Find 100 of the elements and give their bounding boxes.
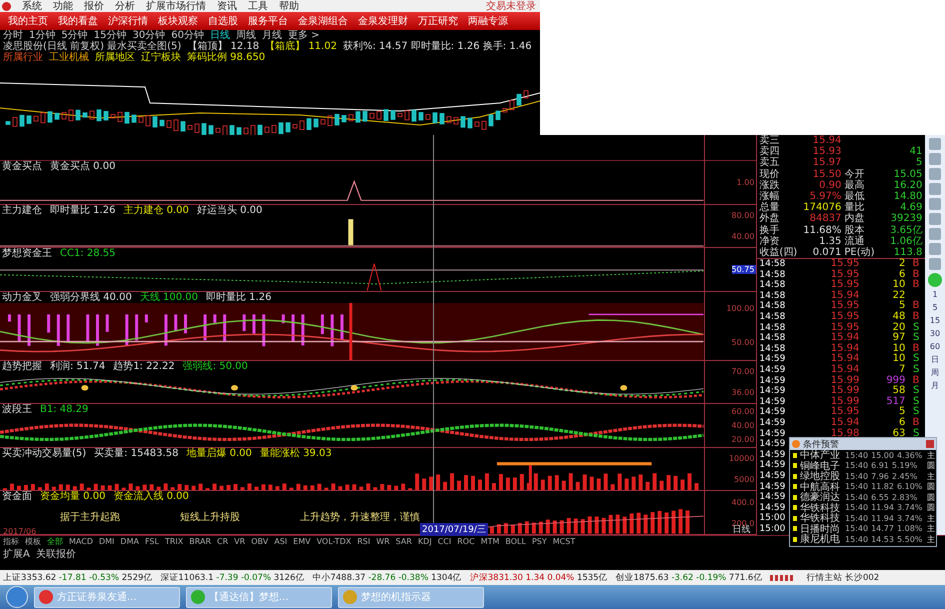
indicator-tab[interactable]: CR (217, 537, 228, 546)
nav-tab[interactable]: 金泉湖组合 (298, 14, 348, 28)
period-button[interactable]: 30 (930, 329, 940, 339)
period-tab[interactable]: 5分钟 (61, 30, 88, 41)
nav-tab[interactable]: 沪深行情 (108, 14, 148, 28)
nav-tab[interactable]: 服务平台 (248, 14, 288, 28)
info-text: 【箱底】 11.02 (265, 41, 337, 52)
login-status-link[interactable]: 交易未登录 (486, 0, 540, 13)
indicator-tab[interactable]: FSL (144, 537, 159, 546)
period-tab[interactable]: 日线 (210, 30, 230, 41)
menu-item[interactable]: 工具 (248, 0, 268, 13)
trade-volume: 48 (892, 312, 906, 322)
indicator-tab[interactable]: PSY (532, 537, 547, 546)
alert-change: 5.50% (896, 534, 922, 544)
menu-item[interactable]: 系统 (22, 0, 42, 13)
tool-icon[interactable] (929, 228, 942, 240)
nav-tab[interactable]: 我的主页 (8, 14, 48, 28)
period-button[interactable]: 5 (932, 303, 938, 313)
trade-volume: 999 (885, 376, 906, 386)
nav-tab[interactable]: 万正研究 (418, 14, 458, 28)
trade-volume: 517 (885, 396, 906, 407)
square-icon (793, 505, 797, 510)
period-tab[interactable]: 周线 (236, 30, 256, 41)
period-tab[interactable]: 15分钟 (94, 30, 126, 41)
period-tab[interactable]: 60分钟 (171, 30, 204, 41)
period-button[interactable]: 月 (931, 381, 940, 391)
indicator-tab[interactable]: ASI (274, 537, 288, 546)
period-button[interactable]: 日 (931, 355, 940, 365)
extension-tab[interactable]: 扩展A (3, 547, 30, 559)
menu-item[interactable]: 分析 (115, 0, 135, 13)
indicator-tab[interactable]: BOLL (505, 537, 526, 546)
indicator-tab[interactable]: MTM (480, 537, 500, 546)
nav-tab[interactable]: 我的看盘 (58, 14, 98, 28)
tool-icon[interactable] (929, 183, 942, 195)
indicator-tab[interactable]: SAR (396, 537, 412, 546)
tool-icon[interactable] (929, 213, 942, 225)
period-tab[interactable]: 分时 (3, 30, 23, 41)
quote-label: 现价 (758, 168, 780, 180)
menu-item[interactable]: 报价 (84, 0, 104, 13)
indicator-label: 利润: 51.74 (50, 360, 106, 372)
period-button[interactable]: 60 (930, 342, 940, 352)
indicator-tab[interactable]: KDJ (418, 537, 432, 546)
indicator-tab[interactable]: MACD (69, 537, 93, 546)
trade-volume: 2 (898, 259, 906, 270)
trade-price: 15.99 (830, 376, 860, 386)
tool-icon[interactable] (929, 168, 942, 180)
period-tab[interactable]: 30分钟 (132, 30, 166, 41)
indicator-tab[interactable]: CCI (438, 537, 452, 546)
indicator-tab[interactable]: 指标 (3, 536, 19, 547)
tool-icon[interactable] (929, 198, 942, 210)
signal-note: 上升趋势，升速整理，谨慎 (300, 510, 420, 524)
period-tab[interactable]: 1分钟 (29, 30, 56, 41)
nav-tab[interactable]: 自选股 (208, 14, 238, 28)
indicator-tab[interactable]: BRAR (189, 537, 212, 546)
tool-icon[interactable] (929, 153, 942, 165)
menu-item[interactable]: 帮助 (279, 0, 299, 13)
quote-label: 卖四 (758, 146, 780, 158)
alert-tag: 主 (927, 512, 936, 524)
period-button[interactable]: 1 (932, 290, 938, 300)
tool-icon[interactable] (929, 258, 942, 270)
trade-volume: 10 (892, 280, 906, 290)
index-quote[interactable]: 上证3353.62 -17.81 -0.53% 2529亿 (3, 572, 152, 584)
period-button[interactable]: 15 (930, 316, 940, 326)
indicator-tab[interactable]: DMA (120, 537, 139, 546)
indicator-label: CC1: 28.55 (60, 248, 116, 260)
nav-tab[interactable]: 板块观察 (158, 14, 198, 28)
tool-icon[interactable] (929, 138, 942, 150)
nav-tab[interactable]: 金泉发理财 (358, 14, 408, 28)
period-tab[interactable]: 月线 (262, 30, 282, 41)
stock-name[interactable]: 康尼机电 (800, 532, 842, 546)
indicator-tab[interactable]: OBV (251, 537, 268, 546)
indicator-tab[interactable]: TRIX (164, 537, 184, 546)
nav-tab[interactable]: 两融专源 (468, 14, 508, 28)
circle-icon[interactable] (928, 273, 942, 287)
indicator-tab[interactable]: ROC (457, 537, 475, 546)
index-quote[interactable]: 深证11063.1 -7.39 -0.07% 3126亿 (160, 572, 304, 584)
menu-item[interactable]: 资讯 (217, 0, 237, 13)
tool-icon[interactable] (929, 243, 942, 255)
index-quote[interactable]: 沪深3831.30 1.34 0.04% 1535亿 (470, 572, 608, 584)
quote-label: 今开 (843, 168, 866, 180)
info-text: 所属地区 (95, 52, 135, 63)
quote-label: 最低 (843, 190, 866, 202)
indicator-tab[interactable]: RSI (357, 537, 370, 546)
extension-tab[interactable]: 关联报价 (36, 547, 76, 559)
indicator-tab[interactable]: DMI (98, 537, 114, 546)
start-button[interactable] (6, 586, 28, 608)
menu-item[interactable]: 功能 (53, 0, 73, 13)
indicator-tab[interactable]: 模板 (25, 536, 41, 547)
indicator-tab[interactable]: 全部 (47, 536, 63, 547)
indicator-tab[interactable]: WR (376, 537, 390, 546)
menu-item[interactable]: 扩展市场行情 (146, 0, 206, 13)
period-button[interactable]: 周 (931, 368, 940, 378)
indicator-tab[interactable]: VOL-TDX (316, 537, 352, 546)
index-quote[interactable]: 中小7488.37 -28.76 -0.38% 1304亿 (312, 572, 462, 584)
period-tab[interactable]: 更多 > (288, 30, 320, 41)
index-quote[interactable]: 创业1875.63 -3.62 -0.19% 771.6亿 (616, 572, 762, 584)
indicator-tab[interactable]: MCST (552, 537, 576, 546)
server-status[interactable]: 行情主站 长沙002 (806, 572, 880, 584)
indicator-tab[interactable]: EMV (293, 537, 311, 546)
indicator-tab[interactable]: VR (234, 537, 246, 546)
